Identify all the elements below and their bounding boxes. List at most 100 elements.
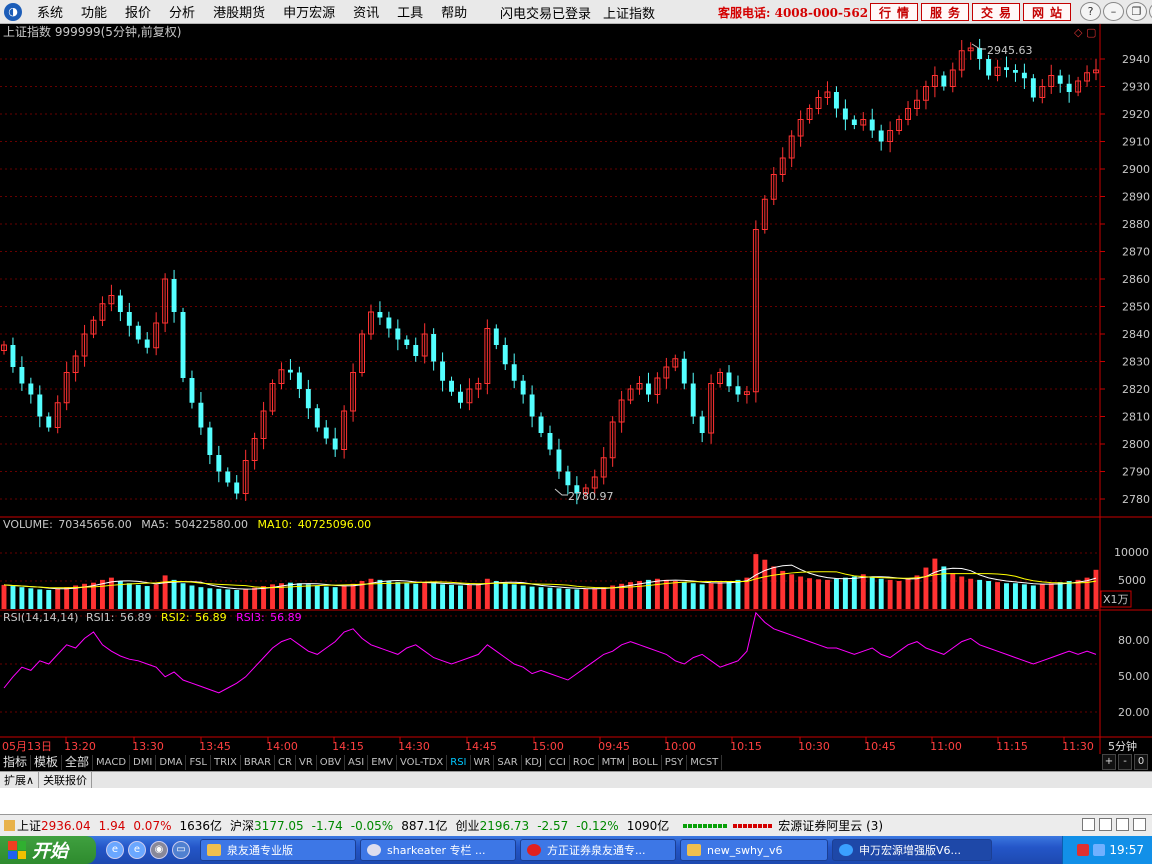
volume-bar [816, 579, 821, 609]
price-tick-label: 2900 [1122, 163, 1150, 176]
volume-bar [565, 588, 571, 609]
period-selector[interactable]: 5分钟 [1108, 739, 1137, 753]
tab-roc[interactable]: ROC [570, 755, 599, 770]
time-tick-label: 13:30 [132, 740, 164, 753]
volume-bar [305, 584, 311, 609]
task-quanyoutong-pro[interactable]: 泉友通专业版 [200, 839, 356, 861]
flash-trade-status[interactable]: 闪电交易已登录 [500, 3, 591, 22]
tab-obv[interactable]: OBV [317, 755, 346, 770]
website-button[interactable]: 网站 [1023, 3, 1071, 21]
tab-kdj[interactable]: KDJ [522, 755, 546, 770]
menu-help[interactable]: 帮助 [432, 2, 476, 21]
volume-bar [126, 583, 132, 609]
indicator-tab-bar: 指标 模板 全部 MACD DMI DMA FSL TRIX BRAR CR VR OBV ASI EMV… [0, 754, 1152, 771]
window-icon[interactable] [1082, 818, 1095, 831]
menu-function[interactable]: 功能 [72, 2, 116, 21]
media-icon[interactable]: ◉ [150, 841, 168, 859]
candle-body [520, 380, 526, 395]
show-desktop-icon[interactable]: ▭ [172, 841, 190, 859]
tab-wr[interactable]: WR [471, 755, 495, 770]
tab-vol-tdx[interactable]: VOL-TDX [397, 755, 448, 770]
volume-bar [234, 589, 240, 609]
restore-icon[interactable]: ❐ [1126, 2, 1147, 21]
expand-tab[interactable]: 扩展∧ [0, 772, 40, 788]
tab-mcst[interactable]: MCST [687, 755, 723, 770]
tab-psy[interactable]: PSY [662, 755, 688, 770]
candle-body [511, 364, 517, 381]
tab-fsl[interactable]: FSL [186, 755, 211, 770]
tab-trix[interactable]: TRIX [211, 755, 241, 770]
task-founder-securities[interactable]: 方正证券泉友通专... [520, 839, 676, 861]
lock-icon[interactable] [1099, 818, 1112, 831]
tab-dmi[interactable]: DMI [130, 755, 157, 770]
volume-bar [753, 554, 759, 609]
help-icon[interactable]: ? [1080, 2, 1101, 21]
ie-icon[interactable]: e [106, 841, 124, 859]
time-tick-label: 10:00 [664, 740, 696, 753]
all-tab[interactable]: 全部 [62, 755, 94, 770]
related-quotes-tab[interactable]: 关联报价 [39, 772, 93, 788]
volume-bar [314, 585, 320, 609]
settings-icon[interactable] [1133, 818, 1146, 831]
tab-brar[interactable]: BRAR [241, 755, 276, 770]
menu-system[interactable]: 系统 [28, 2, 72, 21]
broker-server[interactable]: 宏源证券阿里云 (3) [778, 817, 883, 834]
price-tick-label: 2780 [1122, 493, 1150, 506]
menu-swhy[interactable]: 申万宏源 [274, 2, 344, 21]
task-new-swhy-folder[interactable]: new_swhy_v6 [680, 839, 828, 861]
candle-body [135, 325, 141, 340]
volume-bar [252, 587, 258, 609]
indicator-tab[interactable]: 指标 [0, 755, 32, 770]
task-swhy-v6[interactable]: 申万宏源增强版V6... [832, 839, 992, 861]
reset-indicator-button[interactable]: 0 [1134, 754, 1148, 770]
tab-dma[interactable]: DMA [156, 755, 187, 770]
chart-area[interactable]: 2940 2930 2920 2910 2900 2890 2880 2870 2860 2850… [0, 24, 1152, 754]
network-icon[interactable] [1093, 844, 1106, 856]
menu-quote[interactable]: 报价 [116, 2, 160, 21]
tab-vr[interactable]: VR [296, 755, 317, 770]
task-label: 方正证券泉友通专... [547, 844, 646, 857]
chart-corner-icons[interactable]: ◇ ▢ [1074, 26, 1096, 39]
add-indicator-button[interactable]: + [1102, 754, 1116, 770]
wireless-icon[interactable] [1116, 818, 1129, 831]
trade-button[interactable]: 交易 [972, 3, 1020, 21]
browser-icon [367, 844, 381, 856]
menu-analysis[interactable]: 分析 [160, 2, 204, 21]
volume-bar [941, 566, 947, 609]
candle-body [207, 427, 213, 455]
menu-tools[interactable]: 工具 [388, 2, 432, 21]
price-tick-label: 2790 [1122, 466, 1150, 479]
price-tick-label: 2930 [1122, 81, 1150, 94]
volume-name: VOLUME: [3, 518, 53, 531]
tab-asi[interactable]: ASI [345, 755, 369, 770]
tab-cci[interactable]: CCI [546, 755, 570, 770]
tab-rsi[interactable]: RSI [447, 755, 471, 770]
service-button[interactable]: 服务 [921, 3, 969, 21]
tab-macd[interactable]: MACD [93, 755, 131, 770]
input-method-icon[interactable] [1077, 844, 1090, 856]
remove-indicator-button[interactable]: - [1118, 754, 1132, 770]
sh-index-pct: 0.07% [133, 818, 172, 833]
tab-cr[interactable]: CR [275, 755, 296, 770]
task-sharkeater[interactable]: sharkeater 专栏 ... [360, 839, 516, 861]
candle-body [735, 386, 741, 395]
volume-bar [493, 581, 499, 609]
tab-boll[interactable]: BOLL [629, 755, 662, 770]
menu-hk-futures[interactable]: 港股期货 [204, 2, 274, 21]
start-button[interactable]: 开始 [0, 836, 96, 864]
chart-svg: 2940 2930 2920 2910 2900 2890 2880 2870 2860 2850… [0, 24, 1152, 754]
candle-body [547, 433, 553, 450]
volume-bar [1, 584, 7, 609]
tab-sar[interactable]: SAR [494, 755, 522, 770]
volume-bar [556, 588, 562, 609]
quote-button[interactable]: 行情 [870, 3, 918, 21]
tab-mtm[interactable]: MTM [599, 755, 630, 770]
menu-news[interactable]: 资讯 [344, 2, 388, 21]
ie-secondary-icon[interactable]: e [128, 841, 146, 859]
template-tab[interactable]: 模板 [31, 755, 63, 770]
volume-bar [807, 578, 813, 609]
minimize-icon[interactable]: – [1103, 2, 1124, 21]
sh-index-amount: 1636亿 [179, 819, 223, 833]
volume-bar [135, 584, 141, 609]
tab-emv[interactable]: EMV [368, 755, 397, 770]
